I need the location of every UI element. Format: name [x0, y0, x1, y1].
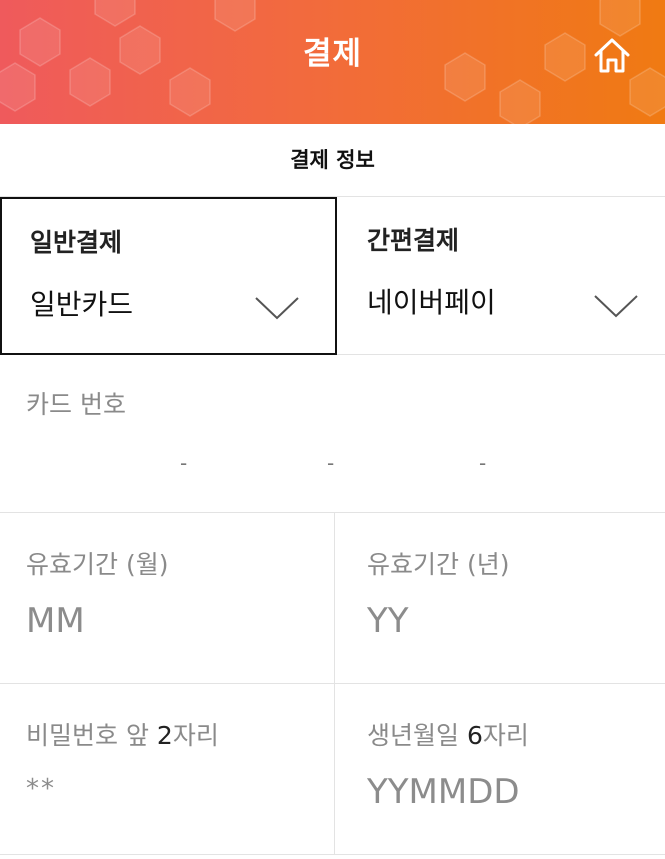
general-payment-label: 일반결제 [30, 228, 123, 257]
password-input[interactable]: ** [26, 774, 56, 804]
app-header: 결제 [0, 0, 665, 124]
card-number-label: 카드 번호 [26, 390, 126, 419]
page-title: 결제 [302, 36, 363, 72]
card-number-separator: - [327, 451, 335, 475]
birthdate-label: 생년월일 6자리 [367, 721, 529, 750]
expiry-year-field[interactable]: 유효기간 (년) YY [335, 513, 665, 684]
birthdate-field[interactable]: 생년월일 6자리 YYMMDD [335, 684, 665, 855]
chevron-down-icon [594, 295, 638, 318]
password-field[interactable]: 비밀번호 앞 2자리 ** [0, 684, 335, 855]
expiry-month-label: 유효기간 (월) [26, 550, 169, 579]
card-number-separator: - [180, 451, 188, 475]
expiry-month-field[interactable]: 유효기간 (월) MM [0, 513, 335, 684]
expiry-year-label: 유효기간 (년) [367, 550, 510, 579]
card-number-separator: - [479, 451, 487, 475]
home-button[interactable] [590, 33, 634, 77]
expiry-year-input[interactable]: YY [367, 601, 409, 641]
expiry-month-input[interactable]: MM [26, 601, 85, 641]
easy-payment-select[interactable]: 간편결제 네이버페이 [337, 197, 665, 355]
home-icon [594, 38, 630, 73]
section-title: 결제 정보 [0, 124, 665, 197]
general-payment-select[interactable]: 일반결제 일반카드 [0, 197, 337, 355]
chevron-down-icon [255, 297, 299, 320]
easy-payment-label: 간편결제 [367, 226, 460, 255]
card-number-row: 카드 번호 - - - [0, 355, 665, 513]
password-label: 비밀번호 앞 2자리 [26, 721, 219, 750]
easy-payment-value: 네이버페이 [367, 286, 496, 319]
general-payment-value: 일반카드 [30, 288, 134, 321]
birthdate-input[interactable]: YYMMDD [367, 772, 520, 812]
